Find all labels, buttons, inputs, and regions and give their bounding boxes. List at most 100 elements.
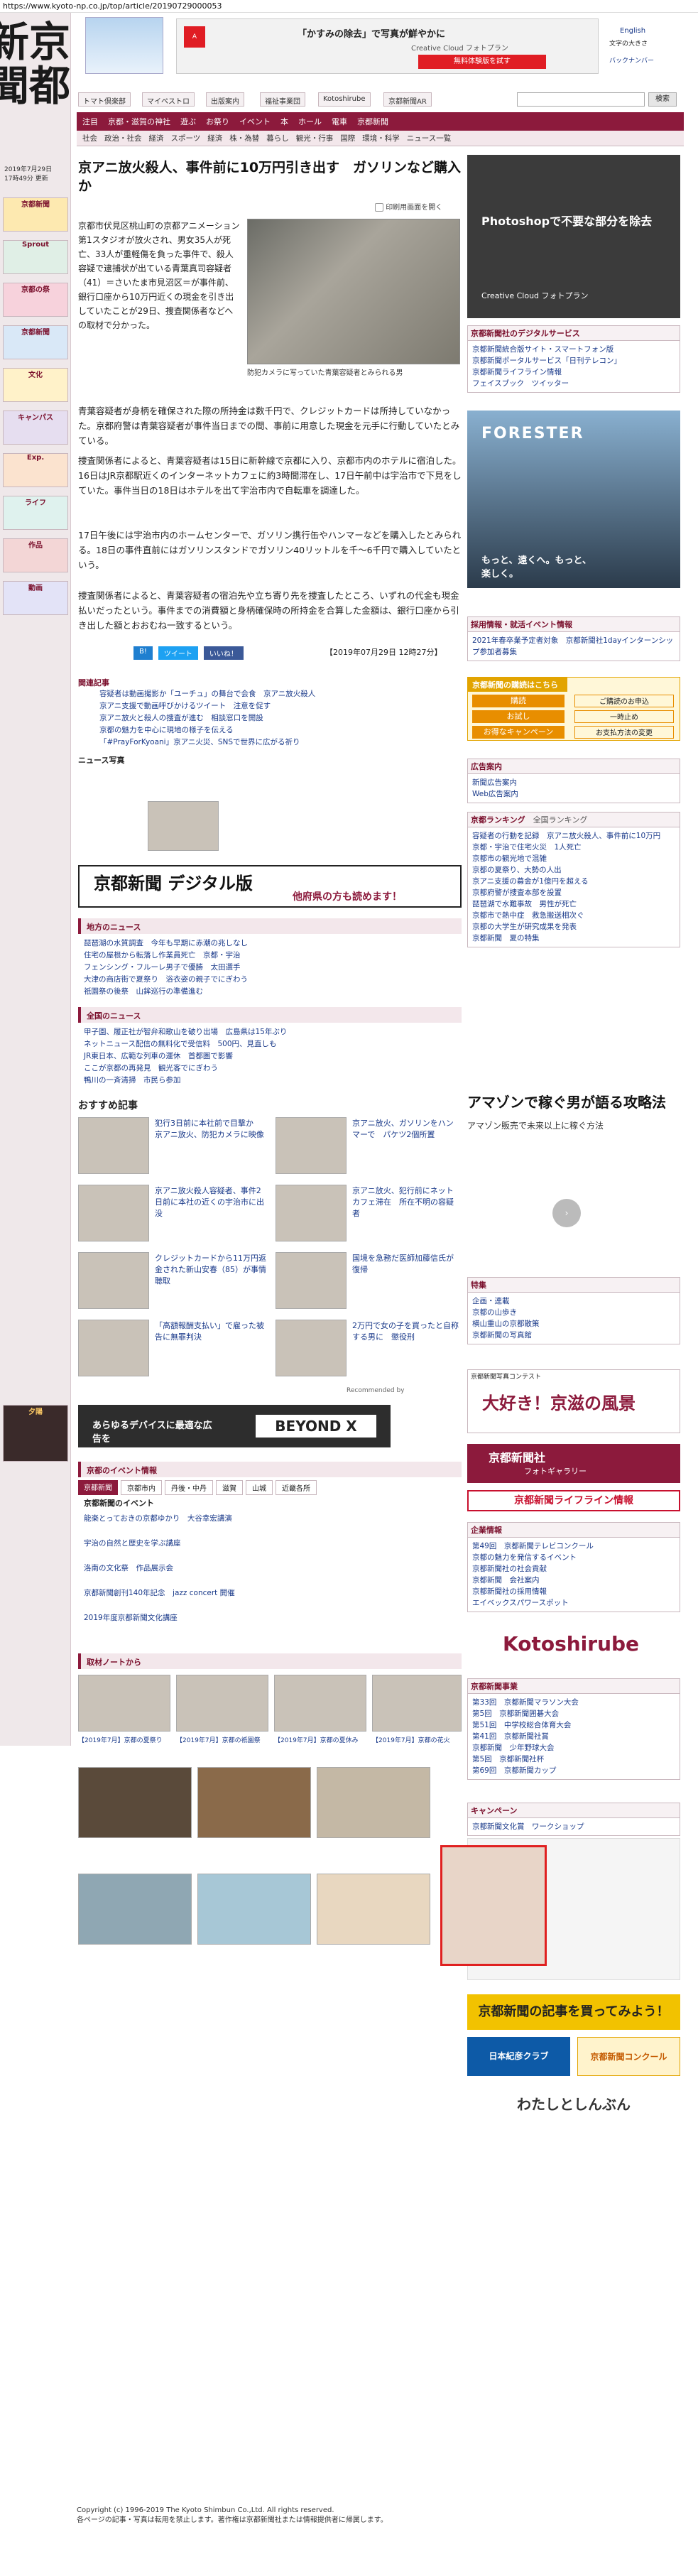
recommend-item[interactable]: 2万円で女の子を買ったと自称する男に 懲役刑 (352, 1320, 459, 1342)
top-button-4[interactable]: 福祉事業団 (260, 92, 305, 107)
subnav-item[interactable]: スポーツ (171, 133, 201, 143)
top-button-3[interactable]: 出版案内 (206, 92, 244, 107)
sponsored-item[interactable]: 【2019年7月】京都の花火 (372, 1735, 462, 1744)
related-item[interactable]: 京都の魅力を中心に現地の様子を伝える (78, 724, 462, 737)
search-button[interactable]: 検索 (648, 92, 677, 107)
arrow-right-icon[interactable]: › (552, 1199, 581, 1227)
ranking-item[interactable]: 京都市の観光地で混雑 (472, 853, 675, 864)
sponsored-thumb[interactable] (78, 1675, 170, 1732)
campaign-item[interactable]: 京都新聞文化賞 ワークショップ (472, 1821, 675, 1832)
sidebar-banner-2[interactable]: Sprout (3, 240, 68, 274)
national-news-item[interactable]: ネットニュース配信の無料化で受信料 500円、見直しも (84, 1038, 460, 1050)
beyond-ad[interactable]: あらゆるデバイスに最適な広告を BEYOND X (78, 1405, 391, 1447)
subnav-item[interactable]: 経済 (207, 133, 222, 143)
top-ad[interactable]: A 「かすみの除去」で写真が鮮やかに Creative Cloud フォトプラン… (176, 18, 599, 74)
tweet-button[interactable]: ツイート (158, 646, 198, 660)
events2-item[interactable]: 第33回 京都新聞マラソン大会 (472, 1697, 675, 1708)
local-news-item[interactable]: 祇園祭の後祭 山鉾巡行の準備進む (84, 986, 460, 998)
events2-item[interactable]: 京都新聞 少年野球大会 (472, 1742, 675, 1754)
nav-item[interactable]: 注目 (82, 116, 98, 127)
recommend-thumb[interactable] (276, 1185, 347, 1241)
top-button-5[interactable]: Kotoshirube (318, 92, 371, 107)
special-item[interactable]: 企画・連載 (472, 1295, 675, 1307)
subnav-item[interactable]: 観光・行事 (296, 133, 334, 143)
nav-item[interactable]: 京都新聞 (357, 116, 388, 127)
recommend-item[interactable]: 国境を急務だ医師加藤信氏が復帰 (352, 1252, 459, 1275)
ranking-item[interactable]: 京都の夏祭り、大勢の人出 (472, 864, 675, 876)
subnav-item[interactable]: 政治・社会 (104, 133, 142, 143)
photo-bank[interactable]: 京都新聞社 フォトギャラリー (467, 1444, 680, 1483)
ranking-tab[interactable]: 全国ランキング (533, 815, 588, 825)
nav-item[interactable]: 本 (280, 116, 288, 127)
article-photo[interactable] (247, 219, 460, 364)
nav-item[interactable]: 遊ぶ (180, 116, 196, 127)
ad-guide-item[interactable]: Web広告案内 (472, 788, 675, 800)
recommend-thumb[interactable] (276, 1252, 347, 1309)
site-logo[interactable]: 京都新聞 (0, 20, 70, 141)
service-item[interactable]: 京都新聞ライフライン情報 (472, 366, 675, 378)
special-item[interactable]: 京都の山歩き (472, 1307, 675, 1318)
ranking-item[interactable]: 京都府警が捜査本部を設置 (472, 887, 675, 898)
ranking-item[interactable]: 容疑者の行動を記録 京アニ放火殺人、事件前に10万円 (472, 830, 675, 842)
kotoshirube-logo[interactable]: Kotoshirube (467, 1632, 680, 1668)
recommend-thumb[interactable] (78, 1252, 149, 1309)
digital-ad[interactable]: 京都新聞 デジタル版 他府県の方も読めます！ (78, 865, 462, 908)
recommend-thumb[interactable] (276, 1117, 347, 1174)
corporate-item[interactable]: 京都新聞 会社案内 (472, 1575, 675, 1586)
sidebar-banner-6[interactable]: キャンパス (3, 411, 68, 445)
event-item[interactable]: 洛南の文化祭 作品展示会 (84, 1563, 460, 1575)
subnav-item[interactable]: 環境・科学 (362, 133, 400, 143)
subscribe-button[interactable]: 購読 (472, 695, 565, 707)
nav-item[interactable]: 京都・滋賀の神社 (108, 116, 170, 127)
subnav-item[interactable]: 経済 (149, 133, 164, 143)
events2-item[interactable]: 第51回 中学校総合体育大会 (472, 1719, 675, 1731)
sidebar-banner-11[interactable]: 夕陽 (3, 1405, 68, 1462)
sponsored-thumb-large[interactable] (78, 1767, 192, 1838)
sidebar-banner-7[interactable]: Exp. (3, 453, 68, 487)
local-news-item[interactable]: フェンシング・フルーレ男子で優勝 太田選手 (84, 962, 460, 974)
national-news-item[interactable]: JR東日本、広範な列車の運休 首都圏で影響 (84, 1050, 460, 1063)
subnav-item[interactable]: 暮らし (266, 133, 289, 143)
subnav-item[interactable]: 国際 (340, 133, 355, 143)
address-bar[interactable]: https://www.kyoto-np.co.jp/top/article/2… (0, 0, 698, 13)
event-tab[interactable]: 京都新聞 (78, 1480, 118, 1495)
job-text[interactable]: 2021年春卒業予定者対象 京都新聞社1dayインターンシップ参加者募集 (468, 632, 680, 661)
ranking-item[interactable]: 京都・宇治で住宅火災 1人死亡 (472, 842, 675, 853)
national-news-item[interactable]: 甲子園、履正社が智弁和歌山を破り出場 広島県は15年ぶり (84, 1026, 460, 1038)
sponsored-item[interactable]: 【2019年7月】京都の祇園祭 (176, 1735, 268, 1744)
event-tab[interactable]: 京都市内 (121, 1480, 162, 1495)
english-link[interactable]: English (620, 27, 645, 35)
related-item[interactable]: 京アニ放火と殺人の捜査が進む 相談窓口を開設 (78, 712, 462, 724)
contest-banner[interactable]: 京都新聞コンクール (577, 2037, 680, 2076)
recommend-thumb[interactable] (78, 1185, 149, 1241)
related-item[interactable]: 京アニ支援で動画呼びかけるツイート 注意を促す (78, 700, 462, 712)
recommend-item[interactable]: 京アニ放火、ガソリンをハンマーで パケツ2個所置 (352, 1117, 459, 1140)
service-item[interactable]: 京都新聞ポータルサービス「日刊テレコン」 (472, 355, 675, 366)
sidebar-banner-5[interactable]: 文化 (3, 368, 68, 402)
corporate-item[interactable]: 第49回 京都新聞テレビコンクール (472, 1540, 675, 1552)
ranking-item[interactable]: 京都新聞 夏の特集 (472, 933, 675, 944)
recommend-item[interactable]: クレジットカードから11万円返金された新山安春（85）が事情聴取 (155, 1252, 268, 1286)
special-item[interactable]: 横山重山の京都散策 (472, 1318, 675, 1330)
photo-contest-box[interactable]: 京都新聞写真コンテスト 大好き！京滋の風景 (467, 1369, 680, 1433)
event-item[interactable]: 京都新聞創刊140年記念 jazz concert 開催 (84, 1587, 460, 1599)
sidebar-banner-10[interactable]: 動画 (3, 581, 68, 615)
campaign-button[interactable]: お得なキャンペーン (472, 726, 565, 739)
corporate-item[interactable]: エイベックスパワースポット (472, 1597, 675, 1609)
national-news-item[interactable]: 鴨川の一斉清掃 市民ら参加 (84, 1075, 460, 1087)
event-tab[interactable]: 丹後・中丹 (165, 1480, 213, 1495)
local-news-item[interactable]: 大津の商店街で夏祭り 浴衣姿の親子でにぎわう (84, 974, 460, 986)
lifeline-banner[interactable]: 京都新聞ライフライン情報 (467, 1490, 680, 1511)
ad-cta-button[interactable]: 無料体験版を試す (418, 55, 546, 69)
events2-item[interactable]: 第69回 京都新聞カップ (472, 1765, 675, 1776)
highlighted-ad-thumb[interactable] (440, 1845, 547, 1966)
recommend-item[interactable]: 犯行3日前に本社前で目撃か 京アニ放火、防犯カメラに映像 (155, 1117, 268, 1140)
event-tab[interactable]: 山城 (246, 1480, 273, 1495)
backnumber-link[interactable]: バックナンバー (609, 55, 654, 65)
sidebar-banner-8[interactable]: ライフ (3, 496, 68, 530)
recommend-thumb[interactable] (276, 1320, 347, 1376)
subscribe-apply-link[interactable]: ご購読のお申込 (574, 695, 674, 707)
special-item[interactable]: 京都新聞の写真館 (472, 1330, 675, 1341)
service-item[interactable]: 京都新聞統合版サイト・スマートフォン版 (472, 344, 675, 355)
top-button-1[interactable]: トマト倶楽部 (78, 92, 131, 107)
